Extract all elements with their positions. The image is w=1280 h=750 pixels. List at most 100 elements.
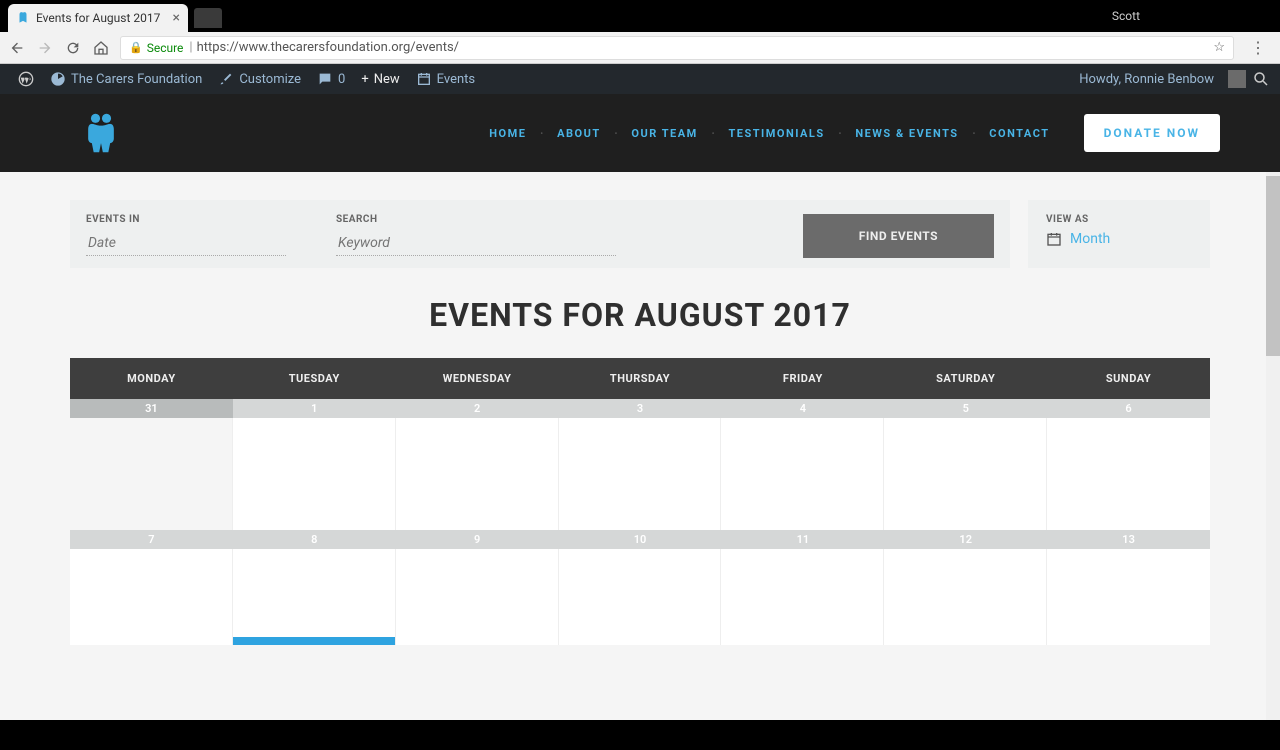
events-in-label: EVENTS IN — [86, 214, 286, 225]
calendar-cell[interactable] — [233, 418, 396, 530]
nav-home[interactable]: HOME — [475, 127, 540, 140]
view-as-label: VIEW AS — [1046, 214, 1192, 225]
wp-site-link[interactable]: The Carers Foundation — [42, 71, 210, 87]
calendar-cell[interactable] — [396, 549, 559, 645]
calendar-cell[interactable] — [233, 549, 396, 645]
close-icon[interactable]: × — [173, 10, 180, 26]
browser-profile[interactable]: Scott — [1112, 9, 1140, 23]
plus-icon: + — [361, 72, 368, 87]
wp-admin-bar: The Carers Foundation Customize 0 + New … — [0, 64, 1280, 94]
wp-new[interactable]: + New — [353, 72, 407, 87]
reload-button[interactable] — [64, 39, 82, 57]
nav-testimonials[interactable]: TESTIMONIALS — [714, 127, 838, 140]
calendar-cell[interactable] — [884, 418, 1047, 530]
browser-toolbar: 🔒 Secure | https://www.thecarersfoundati… — [0, 32, 1280, 64]
day-header: SATURDAY — [884, 358, 1047, 399]
brush-icon — [218, 71, 234, 87]
site-logo[interactable] — [82, 111, 120, 155]
calendar-cell[interactable] — [559, 418, 722, 530]
donate-button[interactable]: DONATE NOW — [1084, 114, 1220, 152]
favicon — [16, 11, 30, 25]
calendar-date[interactable]: 5 — [884, 399, 1047, 418]
calendar-date[interactable]: 3 — [559, 399, 722, 418]
nav-news[interactable]: NEWS & EVENTS — [841, 127, 972, 140]
nav-about[interactable]: ABOUT — [543, 127, 615, 140]
nav-contact[interactable]: CONTACT — [975, 127, 1063, 140]
browser-tab-strip: Events for August 2017 × Scott — [0, 0, 1280, 32]
forward-button[interactable] — [36, 39, 54, 57]
day-header: WEDNESDAY — [396, 358, 559, 399]
avatar[interactable] — [1228, 70, 1246, 88]
letterbox-bottom — [0, 720, 1280, 750]
bookmark-star-icon[interactable]: ☆ — [1213, 40, 1225, 55]
wp-events[interactable]: Events — [408, 71, 483, 87]
calendar-cell[interactable] — [70, 549, 233, 645]
calendar-cell[interactable] — [1047, 418, 1210, 530]
calendar-date[interactable]: 12 — [884, 530, 1047, 549]
calendar-icon — [416, 71, 432, 87]
wp-comments[interactable]: 0 — [309, 71, 353, 87]
url-separator: | — [189, 40, 192, 55]
filter-controls: EVENTS IN SEARCH FIND EVENTS VIEW AS Mon… — [70, 200, 1210, 268]
find-events-button[interactable]: FIND EVENTS — [803, 214, 994, 258]
view-as-box: VIEW AS Month — [1028, 200, 1210, 268]
calendar-cell[interactable] — [396, 418, 559, 530]
day-header: TUESDAY — [233, 358, 396, 399]
today-indicator — [233, 637, 395, 645]
comment-icon — [317, 71, 333, 87]
search-icon[interactable] — [1252, 70, 1270, 88]
view-month-link[interactable]: Month — [1070, 231, 1110, 247]
wordpress-icon — [18, 71, 34, 87]
new-tab-button[interactable] — [194, 8, 222, 28]
tab-title: Events for August 2017 — [36, 11, 160, 25]
calendar-week — [70, 418, 1210, 530]
calendar-week — [70, 549, 1210, 645]
wp-logo[interactable] — [10, 71, 42, 87]
scrollbar[interactable] — [1266, 172, 1280, 720]
wp-site-name: The Carers Foundation — [71, 72, 202, 87]
calendar-cell[interactable] — [884, 549, 1047, 645]
date-input[interactable] — [86, 231, 286, 256]
filter-box: EVENTS IN SEARCH FIND EVENTS — [70, 200, 1010, 268]
calendar: MONDAY TUESDAY WEDNESDAY THURSDAY FRIDAY… — [70, 358, 1210, 645]
site-header: HOME • ABOUT • OUR TEAM • TESTIMONIALS •… — [0, 94, 1280, 172]
calendar-cell[interactable] — [721, 418, 884, 530]
keyword-input[interactable] — [336, 231, 616, 256]
calendar-date-row: 31 1 2 3 4 5 6 — [70, 399, 1210, 418]
calendar-date[interactable]: 7 — [70, 530, 233, 549]
back-button[interactable] — [8, 39, 26, 57]
calendar-date-row: 7 8 9 10 11 12 13 — [70, 530, 1210, 549]
calendar-cell[interactable] — [1047, 549, 1210, 645]
wp-howdy[interactable]: Howdy, Ronnie Benbow — [1071, 72, 1222, 87]
page-title: EVENTS FOR AUGUST 2017 — [70, 296, 1210, 334]
calendar-cell[interactable] — [559, 549, 722, 645]
day-header: MONDAY — [70, 358, 233, 399]
browser-tab[interactable]: Events for August 2017 × — [8, 4, 188, 32]
wp-comment-count: 0 — [338, 72, 345, 87]
calendar-date[interactable]: 2 — [396, 399, 559, 418]
main-nav: HOME • ABOUT • OUR TEAM • TESTIMONIALS •… — [475, 114, 1220, 152]
calendar-date[interactable]: 10 — [559, 530, 722, 549]
browser-menu-icon[interactable]: ⋮ — [1244, 38, 1272, 57]
day-header: FRIDAY — [721, 358, 884, 399]
dashboard-icon — [50, 71, 66, 87]
calendar-date[interactable]: 13 — [1047, 530, 1210, 549]
address-bar[interactable]: 🔒 Secure | https://www.thecarersfoundati… — [120, 36, 1234, 60]
nav-team[interactable]: OUR TEAM — [617, 127, 711, 140]
calendar-date[interactable]: 1 — [233, 399, 396, 418]
calendar-date[interactable]: 9 — [396, 530, 559, 549]
calendar-cell[interactable] — [721, 549, 884, 645]
home-button[interactable] — [92, 39, 110, 57]
calendar-date[interactable]: 11 — [721, 530, 884, 549]
calendar-date[interactable]: 8 — [233, 530, 396, 549]
calendar-icon — [1046, 231, 1062, 247]
wp-new-label: New — [374, 72, 400, 87]
calendar-cell[interactable] — [70, 418, 233, 530]
lock-icon: 🔒 — [129, 41, 143, 54]
scrollbar-thumb[interactable] — [1266, 176, 1280, 356]
calendar-date[interactable]: 31 — [70, 399, 233, 418]
calendar-date[interactable]: 4 — [721, 399, 884, 418]
wp-customize[interactable]: Customize — [210, 71, 309, 87]
calendar-date[interactable]: 6 — [1047, 399, 1210, 418]
day-header: SUNDAY — [1047, 358, 1210, 399]
